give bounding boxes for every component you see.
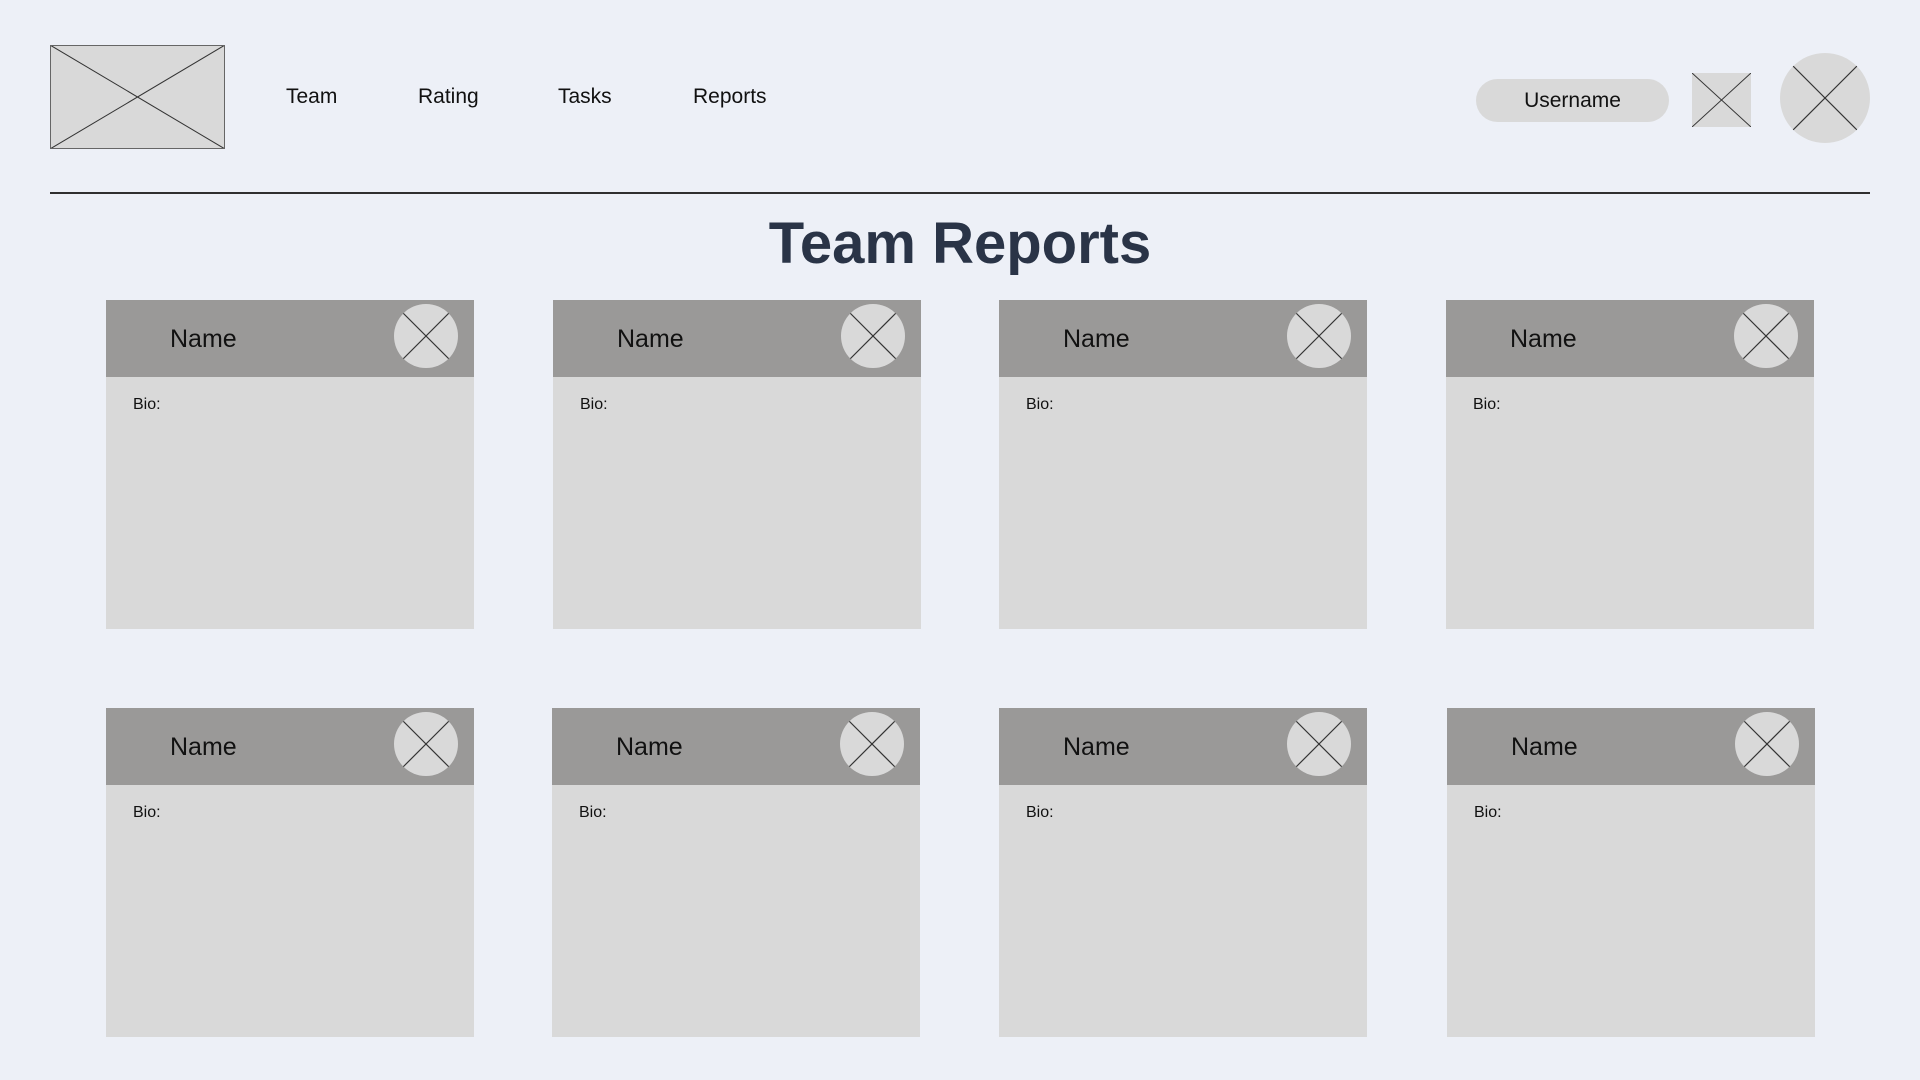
bio-label: Bio: xyxy=(1026,804,1054,821)
team-card[interactable]: Name Bio: xyxy=(106,708,474,1037)
member-name: Name xyxy=(1063,733,1130,761)
notification-icon[interactable] xyxy=(1692,73,1751,127)
card-header: Name xyxy=(552,708,920,785)
nav-reports[interactable]: Reports xyxy=(693,84,767,110)
team-card[interactable]: Name Bio: xyxy=(552,708,920,1037)
member-avatar-icon[interactable] xyxy=(1734,304,1798,368)
nav-team[interactable]: Team xyxy=(286,84,337,110)
member-avatar-icon[interactable] xyxy=(394,304,458,368)
bio-label: Bio: xyxy=(133,804,161,821)
page: Team Rating Tasks Reports Username Team … xyxy=(0,0,1920,1080)
card-header: Name xyxy=(106,300,474,377)
member-name: Name xyxy=(1063,325,1130,353)
member-avatar-icon[interactable] xyxy=(394,712,458,776)
member-name: Name xyxy=(1510,325,1577,353)
member-name: Name xyxy=(170,325,237,353)
card-header: Name xyxy=(553,300,921,377)
member-avatar-icon[interactable] xyxy=(840,712,904,776)
bio-label: Bio: xyxy=(1474,804,1502,821)
member-name: Name xyxy=(170,733,237,761)
card-header: Name xyxy=(999,300,1367,377)
header-divider xyxy=(50,192,1870,194)
member-name: Name xyxy=(617,325,684,353)
team-card[interactable]: Name Bio: xyxy=(106,300,474,629)
card-header: Name xyxy=(999,708,1367,785)
team-card[interactable]: Name Bio: xyxy=(1446,300,1814,629)
bio-label: Bio: xyxy=(580,396,608,413)
nav-tasks[interactable]: Tasks xyxy=(558,84,612,110)
bio-label: Bio: xyxy=(133,396,161,413)
nav-rating[interactable]: Rating xyxy=(418,84,479,110)
logo-placeholder-image[interactable] xyxy=(50,45,225,149)
card-header: Name xyxy=(106,708,474,785)
team-card[interactable]: Name Bio: xyxy=(553,300,921,629)
card-header: Name xyxy=(1446,300,1814,377)
username-label: Username xyxy=(1524,88,1621,112)
bio-label: Bio: xyxy=(1473,396,1501,413)
bio-label: Bio: xyxy=(1026,396,1054,413)
member-name: Name xyxy=(616,733,683,761)
member-avatar-icon[interactable] xyxy=(1287,712,1351,776)
member-name: Name xyxy=(1511,733,1578,761)
member-avatar-icon[interactable] xyxy=(1287,304,1351,368)
username-button[interactable]: Username xyxy=(1476,79,1669,122)
bio-label: Bio: xyxy=(579,804,607,821)
team-card[interactable]: Name Bio: xyxy=(1447,708,1815,1037)
card-header: Name xyxy=(1447,708,1815,785)
member-avatar-icon[interactable] xyxy=(1735,712,1799,776)
user-avatar[interactable] xyxy=(1780,53,1870,143)
page-title: Team Reports xyxy=(768,211,1152,276)
member-avatar-icon[interactable] xyxy=(841,304,905,368)
team-card[interactable]: Name Bio: xyxy=(999,708,1367,1037)
team-card[interactable]: Name Bio: xyxy=(999,300,1367,629)
